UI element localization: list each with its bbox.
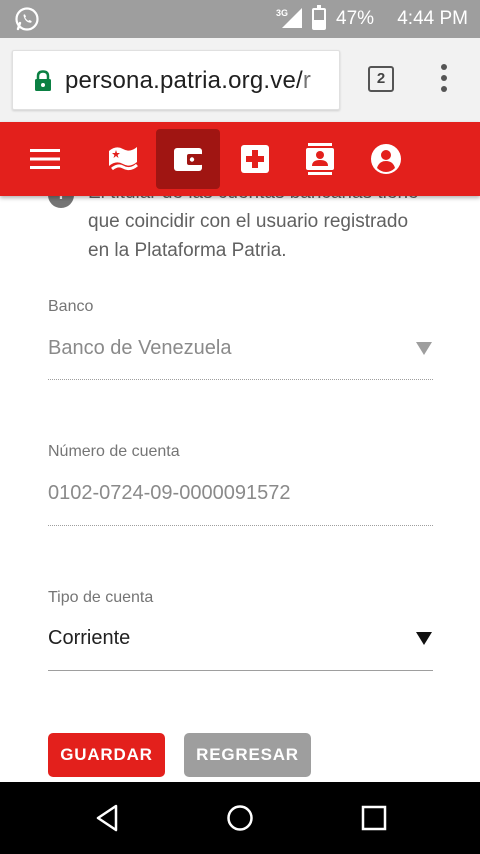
chevron-down-icon[interactable] (416, 632, 432, 645)
account-circle-icon[interactable] (354, 129, 418, 189)
account-number-underline (48, 525, 433, 526)
contact-card-icon[interactable] (288, 129, 352, 189)
bank-account-form: i El titular de las cuentas bancarias ti… (0, 196, 480, 782)
svg-text:3G: 3G (276, 8, 288, 18)
url-host: persona.patria.org.ve/ (65, 67, 303, 94)
account-number-label: Número de cuenta (48, 443, 180, 460)
account-type-label: Tipo de cuenta (48, 589, 154, 606)
system-nav-bar (0, 782, 480, 854)
chevron-down-icon[interactable] (416, 342, 432, 355)
more-vert-icon[interactable] (438, 64, 450, 94)
status-bar: 3G 47% 4:44 PM (0, 0, 480, 38)
lock-icon (35, 70, 51, 91)
flag-icon[interactable] (91, 129, 155, 189)
back-button[interactable]: REGRESAR (184, 733, 311, 777)
account-number-field[interactable]: 0102-0724-09-0000091572 (48, 482, 290, 505)
whatsapp-icon (15, 7, 39, 31)
signal-icon: 3G (276, 8, 302, 28)
browser-toolbar: persona.patria.org.ve/r 2 (0, 38, 480, 122)
account-type-select[interactable]: Corriente (48, 627, 130, 650)
battery-icon (312, 5, 326, 30)
battery-fill (314, 19, 324, 28)
info-text: El titular de las cuentas bancarias tien… (88, 196, 419, 261)
url-text: persona.patria.org.ve/r (65, 67, 311, 95)
info-icon: i (48, 196, 74, 208)
bank-underline (48, 379, 433, 380)
bank-label: Banco (48, 298, 94, 315)
clock: 4:44 PM (397, 8, 468, 29)
save-button[interactable]: GUARDAR (48, 733, 165, 777)
account-type-underline (48, 670, 433, 671)
recents-icon[interactable] (358, 802, 390, 834)
back-icon[interactable] (92, 802, 124, 834)
app-nav-bar (0, 122, 480, 196)
menu-icon[interactable] (13, 129, 77, 189)
battery-percent: 47% (336, 8, 375, 29)
home-icon[interactable] (224, 802, 256, 834)
medical-cross-icon[interactable] (223, 129, 287, 189)
wallet-icon[interactable] (156, 129, 220, 189)
bank-select[interactable]: Banco de Venezuela (48, 337, 232, 360)
tabs-icon[interactable]: 2 (368, 66, 394, 92)
url-bar[interactable]: persona.patria.org.ve/r (12, 50, 340, 110)
url-path: r (302, 67, 312, 94)
